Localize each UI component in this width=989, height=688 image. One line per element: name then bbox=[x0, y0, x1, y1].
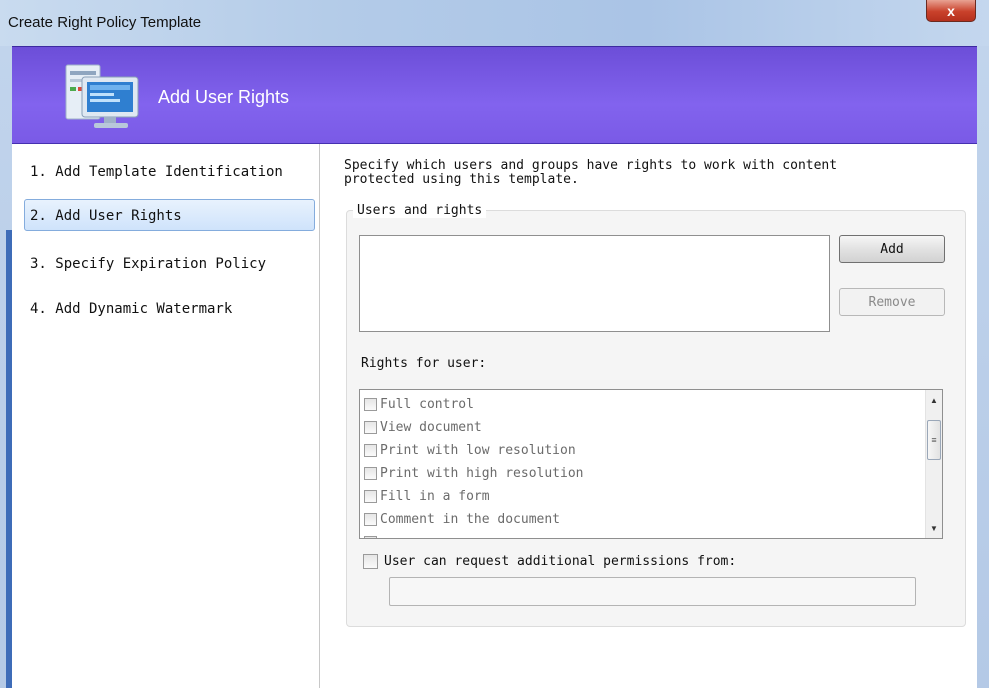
right-item-comment-in-document[interactable]: Comment in the document bbox=[364, 508, 904, 530]
scroll-up-arrow-icon[interactable]: ▲ bbox=[926, 392, 942, 409]
right-checkbox[interactable] bbox=[364, 512, 377, 526]
add-user-button[interactable]: Add bbox=[839, 235, 945, 263]
users-list[interactable] bbox=[359, 235, 830, 332]
nav-step-add-dynamic-watermark[interactable]: 4. Add Dynamic Watermark bbox=[24, 292, 315, 324]
nav-step-add-template-identification[interactable]: 1. Add Template Identification bbox=[24, 155, 315, 187]
wizard-banner: Add User Rights bbox=[12, 46, 977, 144]
request-permissions-field[interactable] bbox=[389, 577, 916, 606]
right-checkbox[interactable] bbox=[364, 420, 377, 434]
users-and-rights-legend: Users and rights bbox=[353, 203, 487, 218]
right-checkbox[interactable] bbox=[364, 466, 377, 480]
right-item-full-control[interactable]: Full control bbox=[364, 393, 904, 415]
remove-user-button[interactable]: Remove bbox=[839, 288, 945, 316]
right-checkbox[interactable] bbox=[364, 397, 377, 411]
right-checkbox bbox=[364, 535, 377, 538]
window-frame-right bbox=[977, 46, 989, 688]
scroll-down-arrow-icon[interactable]: ▼ bbox=[926, 520, 942, 537]
title-bar: Create Right Policy Template x bbox=[0, 0, 989, 46]
right-item-print-high-resolution[interactable]: Print with high resolution bbox=[364, 462, 904, 484]
right-item-partial bbox=[364, 531, 904, 538]
right-label: Print with high resolution bbox=[380, 465, 584, 481]
nav-step-specify-expiration-policy[interactable]: 3. Specify Expiration Policy bbox=[24, 247, 315, 279]
rights-for-user-label: Rights for user: bbox=[361, 356, 487, 371]
nav-step-add-user-rights[interactable]: 2. Add User Rights bbox=[24, 199, 315, 231]
step-description-line-1: Specify which users and groups have righ… bbox=[344, 158, 838, 173]
right-label: Fill in a form bbox=[380, 488, 490, 504]
window-frame-left bbox=[0, 46, 12, 688]
rights-scrollbar[interactable]: ▲ ≡ ▼ bbox=[925, 390, 942, 538]
right-label: Print with low resolution bbox=[380, 442, 576, 458]
step-description-line-2: protected using this template. bbox=[344, 172, 579, 187]
banner-title: Add User Rights bbox=[158, 87, 290, 107]
right-label: Full control bbox=[380, 396, 474, 412]
right-label: View document bbox=[380, 419, 482, 435]
step-description: Specify which users and groups have righ… bbox=[344, 159, 964, 187]
right-item-fill-in-form[interactable]: Fill in a form bbox=[364, 485, 904, 507]
window-title: Create Right Policy Template bbox=[8, 14, 202, 31]
scroll-thumb[interactable]: ≡ bbox=[927, 420, 941, 460]
step-content: Specify which users and groups have righ… bbox=[320, 144, 977, 688]
request-permissions-row[interactable]: User can request additional permissions … bbox=[363, 552, 736, 570]
users-and-rights-group: Users and rights Add Remove Rights for u… bbox=[346, 203, 966, 627]
right-item-view-document[interactable]: View document bbox=[364, 416, 904, 438]
right-item-print-low-resolution[interactable]: Print with low resolution bbox=[364, 439, 904, 461]
close-button[interactable]: x bbox=[926, 0, 976, 22]
right-checkbox[interactable] bbox=[364, 489, 377, 503]
right-label: Comment in the document bbox=[380, 511, 561, 527]
computer-monitor-icon bbox=[65, 64, 139, 128]
rights-list[interactable]: Full control View document Print with lo… bbox=[359, 389, 943, 539]
close-icon: x bbox=[947, 2, 955, 19]
request-permissions-checkbox[interactable] bbox=[363, 553, 378, 569]
request-permissions-label: User can request additional permissions … bbox=[384, 553, 737, 569]
right-checkbox[interactable] bbox=[364, 443, 377, 457]
wizard-steps-nav: 1. Add Template Identification 2. Add Us… bbox=[12, 144, 319, 688]
